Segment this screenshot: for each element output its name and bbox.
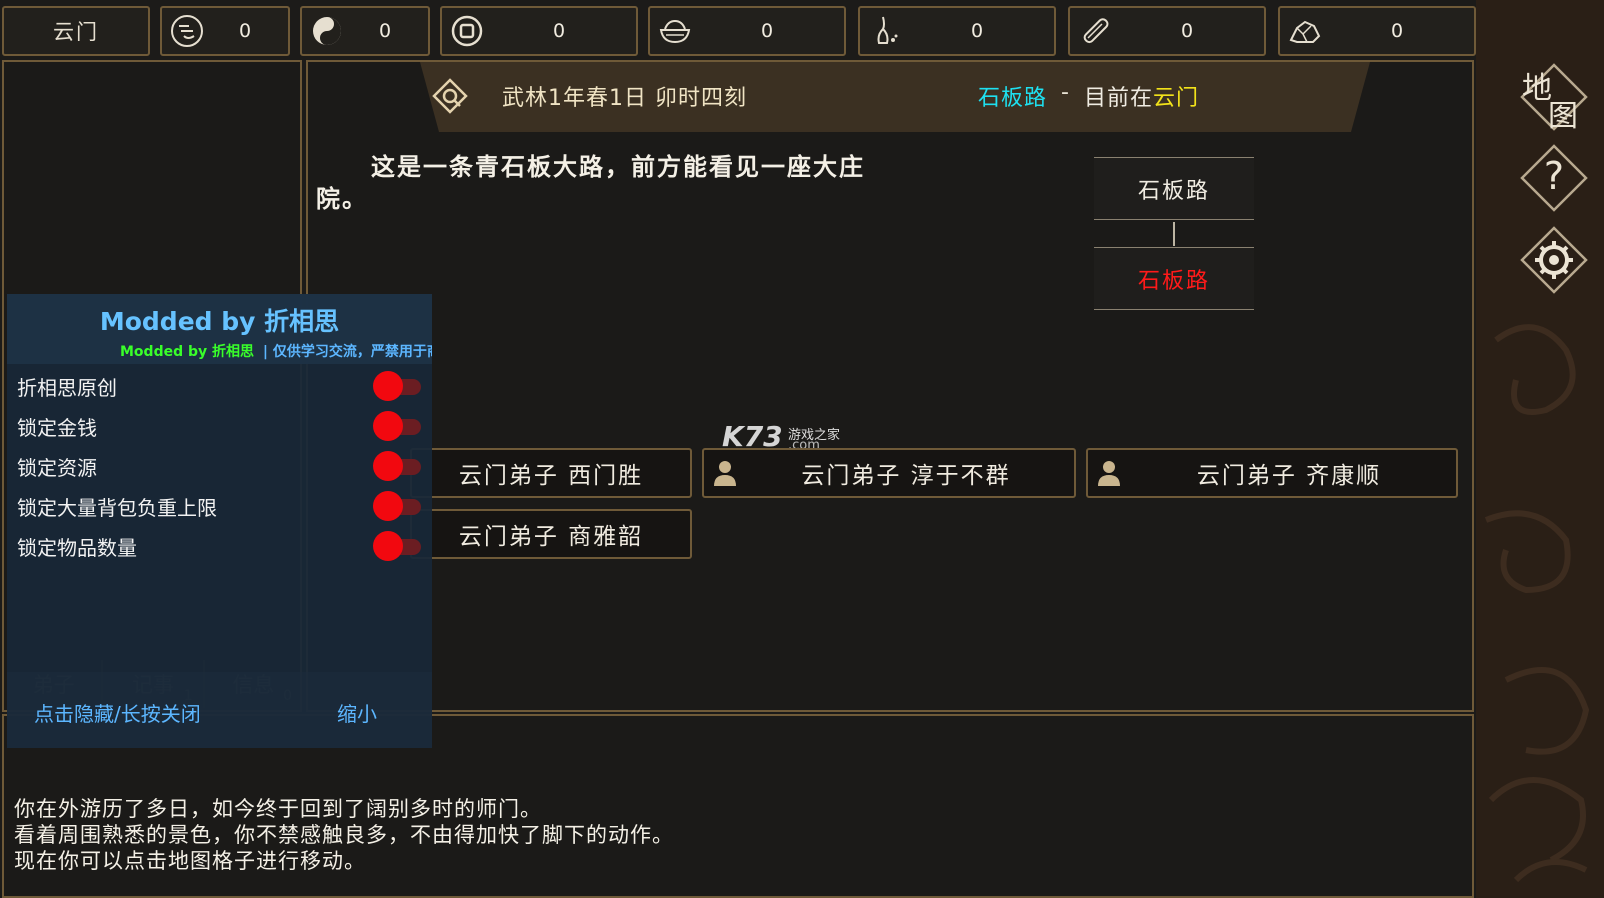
toggle-lock-money[interactable] [373,411,423,441]
message-log: 你在外游历了多日，如今终于回到了阔别多时的师门。 看着周围熟悉的景色，你不禁感触… [14,796,1454,874]
npc-button-chunyubuqun[interactable]: 云门弟子 淳于不群 [702,448,1076,498]
resource-yinyang[interactable]: 0 [300,6,430,56]
settings-button[interactable] [1520,226,1588,294]
map-cell-current-label: 石板路 [1137,268,1210,294]
yin-yang-icon [313,17,341,45]
person-icon [1098,461,1120,486]
help-label: ? [1543,154,1565,198]
mod-option-label: 锁定大量背包负重上限 [17,495,217,520]
sect-name-box[interactable]: 云门 [2,6,150,56]
log-line: 你在外游历了多日，如今终于回到了阔别多时的师门。 [14,797,542,821]
log-line: 现在你可以点击地图格子进行移动。 [14,849,366,873]
resource-reputation[interactable]: 0 [160,6,290,56]
mod-option-label: 锁定物品数量 [17,535,137,560]
npc-name: 云门弟子 西门胜 [458,463,644,489]
mod-option-label: 锁定金钱 [17,415,97,440]
help-button[interactable]: ? [1520,144,1588,212]
separator: - [1061,80,1070,105]
resource-wood[interactable]: 0 [1068,6,1266,56]
reputation-icon [171,15,203,47]
gear-icon [1520,226,1588,294]
toggle-lock-items[interactable] [373,531,423,561]
toggle-lock-weight[interactable] [373,491,423,521]
mod-menu-subtitle: Modded by 折相思 | 仅供学习交流，严禁用于商 [120,341,432,361]
mod-option-label: 锁定资源 [17,455,97,480]
mod-option-lock-money: 锁定金钱 [17,406,437,446]
current-prefix: 目前在 [1083,86,1153,111]
food-value: 0 [760,20,774,42]
location-line: 石板路 - 目前在 云门 [978,80,1199,112]
map-cell-current[interactable]: 石板路 [1094,247,1254,310]
mod-menu-title: Modded by 折相思 [99,307,340,336]
sect-name: 云门 [53,20,99,44]
npc-button-qikangshun[interactable]: 云门弟子 齐康顺 [1086,448,1458,498]
mod-option-lock-resources: 锁定资源 [17,446,437,486]
mod-menu: Modded by 折相思 Modded by 折相思 | 仅供学习交流，严禁用… [7,294,432,748]
npc-button-shangyashao[interactable]: 云门弟子 商雅韶 [410,509,692,559]
location-description: 这是一条青石板大路，前方能看见一座大庄院。 [316,153,865,213]
person-icon [714,461,736,486]
mod-option-label: 折相思原创 [17,375,117,400]
toggle-lock-resources[interactable] [373,451,423,481]
npc-name: 云门弟子 商雅韶 [458,524,644,550]
log-line: 看着周围熟悉的景色，你不禁感触良多，不由得加快了脚下的动作。 [14,823,674,847]
resource-coin[interactable]: 0 [440,6,638,56]
map-button[interactable]: 地 图 [1520,63,1588,134]
coin-value: 0 [552,20,566,42]
area-name: 石板路 [978,86,1048,111]
ore-icon [1289,20,1321,43]
npc-button-ximensheng[interactable]: 云门弟子 西门胜 [410,448,692,498]
map-connector [1173,222,1175,246]
coin-icon [451,15,483,47]
npc-name: 云门弟子 淳于不群 [801,463,1011,489]
reputation-value: 0 [238,20,252,42]
resource-ore[interactable]: 0 [1278,6,1476,56]
mod-shrink-button[interactable]: 缩小 [337,698,377,727]
ore-value: 0 [1390,20,1404,42]
mod-subtitle-green: Modded by 折相思 [120,344,255,360]
cloud-pattern-decoration [1484,324,1590,883]
wood-value: 0 [1180,20,1194,42]
compass-icon [432,78,468,114]
map-cell-north[interactable]: 石板路 [1094,157,1254,220]
game-date: 武林1年春1日 卯时四刻 [502,86,747,111]
mod-option-lock-items: 锁定物品数量 [17,526,437,566]
mod-subtitle-blue: | 仅供学习交流，严禁用于商 [262,344,432,360]
wood-icon [1083,18,1109,44]
map-cell-north-label: 石板路 [1137,178,1210,204]
food-bowl-icon [659,19,691,44]
resource-food[interactable]: 0 [648,6,846,56]
current-location: 目前在 云门 [1084,80,1199,112]
map-label-2: 图 [1548,99,1578,134]
toggle-original[interactable] [373,371,423,401]
mod-hide-button[interactable]: 点击隐藏/长按关闭 [34,698,201,727]
resource-herb[interactable]: 0 [858,6,1056,56]
mod-option-lock-weight: 锁定大量背包负重上限 [17,486,437,526]
herb-value: 0 [970,20,984,42]
right-sidebar [1476,0,1604,898]
mod-option-original: 折相思原创 [17,366,437,406]
npc-name: 云门弟子 齐康顺 [1196,463,1382,489]
yinyang-value: 0 [378,20,392,42]
current-sect: 云门 [1152,86,1199,111]
herb-icon [877,16,898,44]
